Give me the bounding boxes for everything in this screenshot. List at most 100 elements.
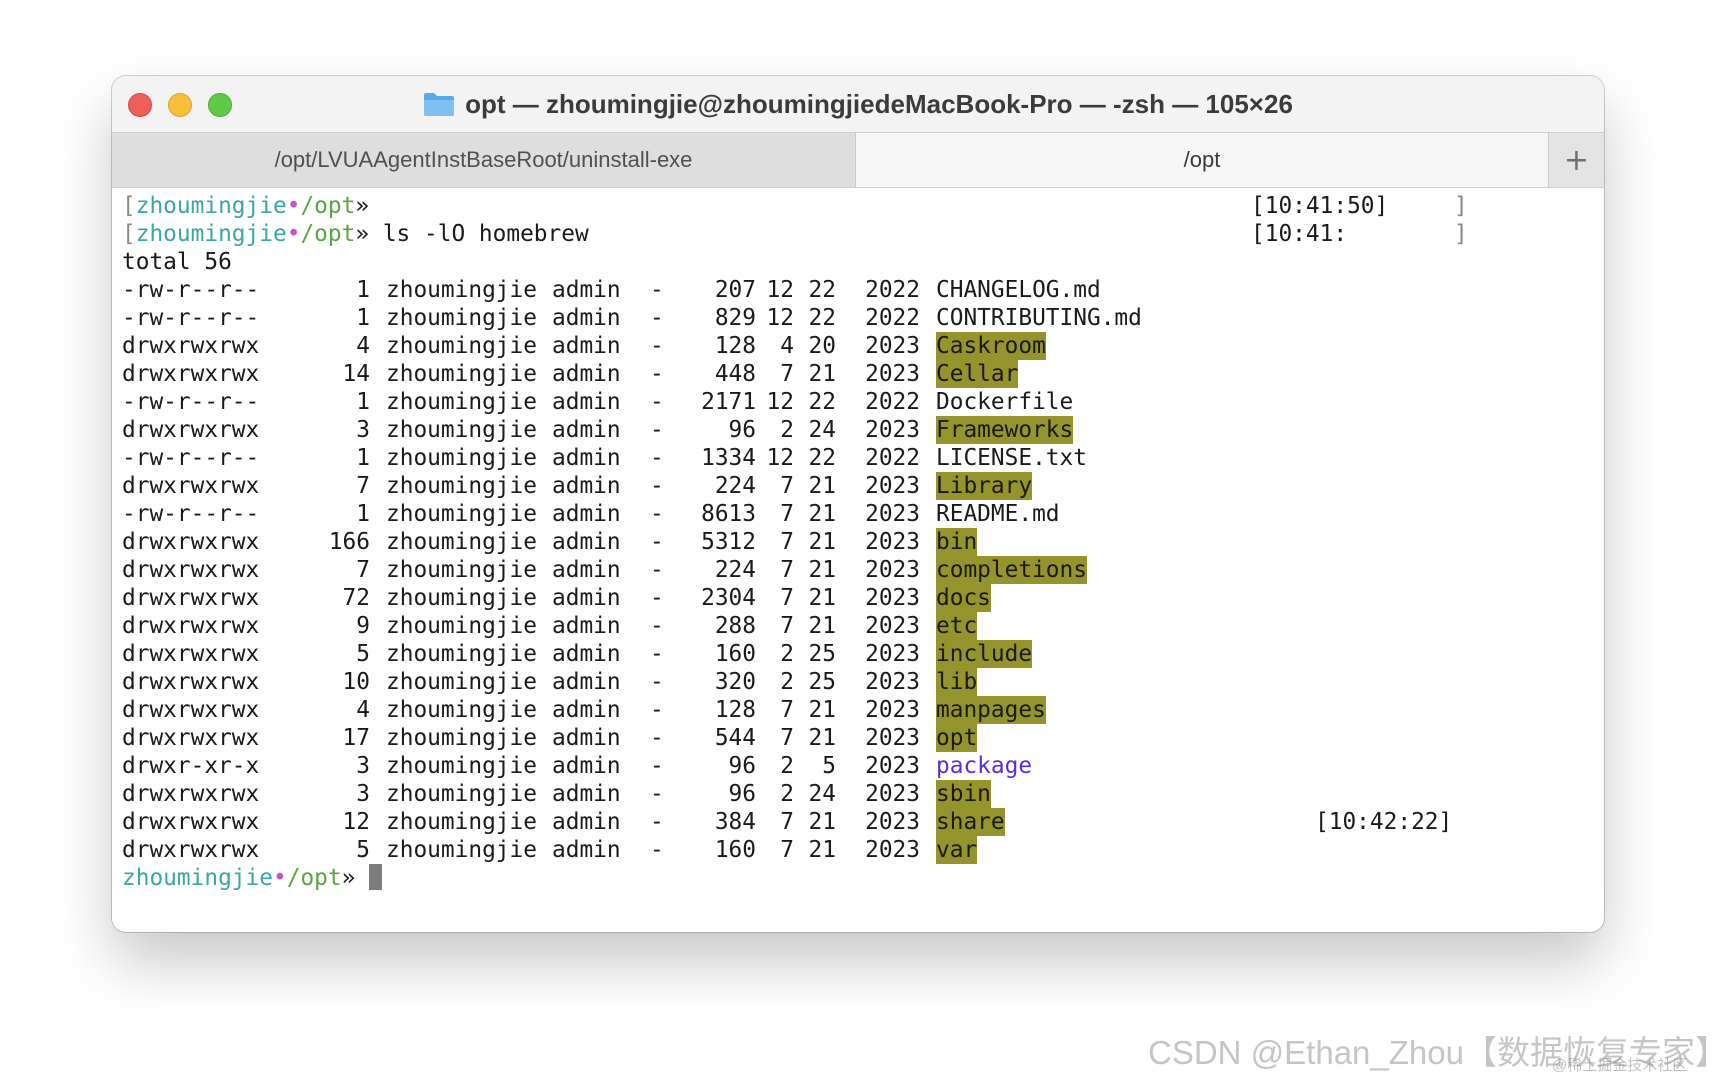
prompt-line-1: [zhoumingjie•/opt» <box>122 192 1142 220</box>
file-name[interactable]: Frameworks <box>920 416 1074 444</box>
terminal-output: [zhoumingjie•/opt» [zhoumingjie•/opt» ls… <box>122 192 1142 892</box>
listing-row: -rw-r--r-- 1 zhoumingjie admin - 8613 7 21 2023 R… <box>122 500 1142 528</box>
title-bar[interactable]: opt — zhoumingjie@zhoumingjiedeMacBook-P… <box>112 76 1604 132</box>
file-size: 96 <box>728 781 756 807</box>
owner: zhoumingjie <box>386 361 537 387</box>
file-name[interactable]: include <box>920 640 1033 668</box>
file-name[interactable]: Caskroom <box>920 332 1046 360</box>
file-name[interactable]: etc <box>920 612 978 640</box>
total-line: total 56 <box>122 249 232 275</box>
month: 12 <box>766 305 794 331</box>
owner: zhoumingjie <box>386 417 537 443</box>
owner: zhoumingjie <box>386 333 537 359</box>
day: 21 <box>808 613 836 639</box>
file-name-text: CONTRIBUTING.md <box>936 305 1142 331</box>
file-name[interactable]: sbin <box>920 780 991 808</box>
year: 2023 <box>865 753 920 779</box>
permissions: drwxrwxrwx <box>122 837 260 863</box>
new-tab-button[interactable]: + <box>1548 133 1604 187</box>
file-name[interactable]: Dockerfile <box>920 388 1073 416</box>
group: admin <box>552 557 621 583</box>
file-size: 224 <box>714 557 756 583</box>
tab-uninstall-exe[interactable]: /opt/LVUAAgentInstBaseRoot/uninstall-exe <box>112 133 856 187</box>
month: 4 <box>780 333 794 359</box>
permissions: drwxrwxrwx <box>122 809 260 835</box>
listing-row: drwxr-xr-x 3 zhoumingjie admin - 96 2 5 2023 pack… <box>122 752 1142 780</box>
file-flags: - <box>650 613 664 639</box>
file-name[interactable]: CONTRIBUTING.md <box>920 304 1142 332</box>
link-count: 10 <box>342 669 370 695</box>
file-name[interactable]: CHANGELOG.md <box>920 276 1101 304</box>
file-name-text: Cellar <box>936 360 1019 388</box>
file-name[interactable]: var <box>920 836 978 864</box>
prompt-arrow: » <box>355 221 370 247</box>
file-flags: - <box>650 669 664 695</box>
permissions: drwxrwxrwx <box>122 333 260 359</box>
prompt-line-2: [zhoumingjie•/opt» ls -lO homebrew <box>122 220 1142 248</box>
owner: zhoumingjie <box>386 781 537 807</box>
group: admin <box>552 445 621 471</box>
file-flags: - <box>650 557 664 583</box>
owner: zhoumingjie <box>386 557 537 583</box>
timestamp-line-1: [10:41:50] <box>1251 193 1389 219</box>
file-name[interactable]: package <box>920 752 1032 780</box>
file-name[interactable]: lib <box>920 668 978 696</box>
day: 21 <box>808 473 836 499</box>
listing-output: -rw-r--r-- 1 zhoumingjie admin -207 12 22 2022 C… <box>122 276 1142 864</box>
prompt-user: zhoumingjie <box>122 865 273 891</box>
listing-row: drwxrwxrwx 7 zhoumingjie admin - 224 7 21 2023 co… <box>122 556 1142 584</box>
group: admin <box>552 585 621 611</box>
month: 12 <box>766 277 794 303</box>
file-size: 160 <box>714 641 756 667</box>
file-name[interactable]: Cellar <box>920 360 1019 388</box>
listing-row: drwxrwxrwx 7 zhoumingjie admin - 224 7 21 2023 Li… <box>122 472 1142 500</box>
file-name[interactable]: README.md <box>920 500 1060 528</box>
file-flags: - <box>650 781 664 807</box>
permissions: drwxrwxrwx <box>122 697 260 723</box>
file-name[interactable]: docs <box>920 584 991 612</box>
file-size: 207 <box>714 277 756 303</box>
listing-row: drwxrwxrwx 166 zhoumingjie admin - 5312 7 21 202… <box>122 528 1142 556</box>
terminal-content[interactable]: [zhoumingjie•/opt» [zhoumingjie•/opt» ls… <box>112 188 1604 932</box>
file-name[interactable]: Library <box>920 472 1033 500</box>
file-name[interactable]: completions <box>920 556 1087 584</box>
permissions: drwxrwxrwx <box>122 585 260 611</box>
folder-icon <box>423 91 455 117</box>
file-name-text: manpages <box>936 696 1046 724</box>
day: 22 <box>808 445 836 471</box>
year: 2023 <box>865 613 920 639</box>
file-size: 2304 <box>701 585 756 611</box>
file-name-text: opt <box>936 724 978 752</box>
year: 2023 <box>865 333 920 359</box>
day: 21 <box>808 557 836 583</box>
group: admin <box>552 837 621 863</box>
permissions: -rw-r--r-- <box>122 501 260 527</box>
permissions: drwxrwxrwx <box>122 725 260 751</box>
file-flags: - <box>650 725 664 751</box>
day: 25 <box>808 669 836 695</box>
file-name[interactable]: manpages <box>920 696 1046 724</box>
permissions: drwxr-xr-x <box>122 753 260 779</box>
group: admin <box>552 809 621 835</box>
file-name[interactable]: opt <box>920 724 978 752</box>
permissions: drwxrwxrwx <box>122 641 260 667</box>
tab-opt[interactable]: /opt <box>856 133 1548 187</box>
text-cursor[interactable] <box>369 864 383 890</box>
month: 2 <box>780 641 794 667</box>
file-name[interactable]: LICENSE.txt <box>920 444 1087 472</box>
file-name[interactable]: share <box>920 808 1005 836</box>
file-name[interactable]: bin <box>920 528 978 556</box>
owner: zhoumingjie <box>386 613 537 639</box>
day: 24 <box>808 417 836 443</box>
file-name-text: CHANGELOG.md <box>936 277 1101 303</box>
file-size: 448 <box>714 361 756 387</box>
listing-row: drwxrwxrwx 14 zhoumingjie admin - 448 7 21 2023 C… <box>122 360 1142 388</box>
permissions: drwxrwxrwx <box>122 669 260 695</box>
file-flags: - <box>650 501 664 527</box>
link-count: 1 <box>356 389 370 415</box>
owner: zhoumingjie <box>386 669 537 695</box>
year: 2023 <box>865 781 920 807</box>
month: 7 <box>780 473 794 499</box>
group: admin <box>552 333 621 359</box>
group: admin <box>552 725 621 751</box>
